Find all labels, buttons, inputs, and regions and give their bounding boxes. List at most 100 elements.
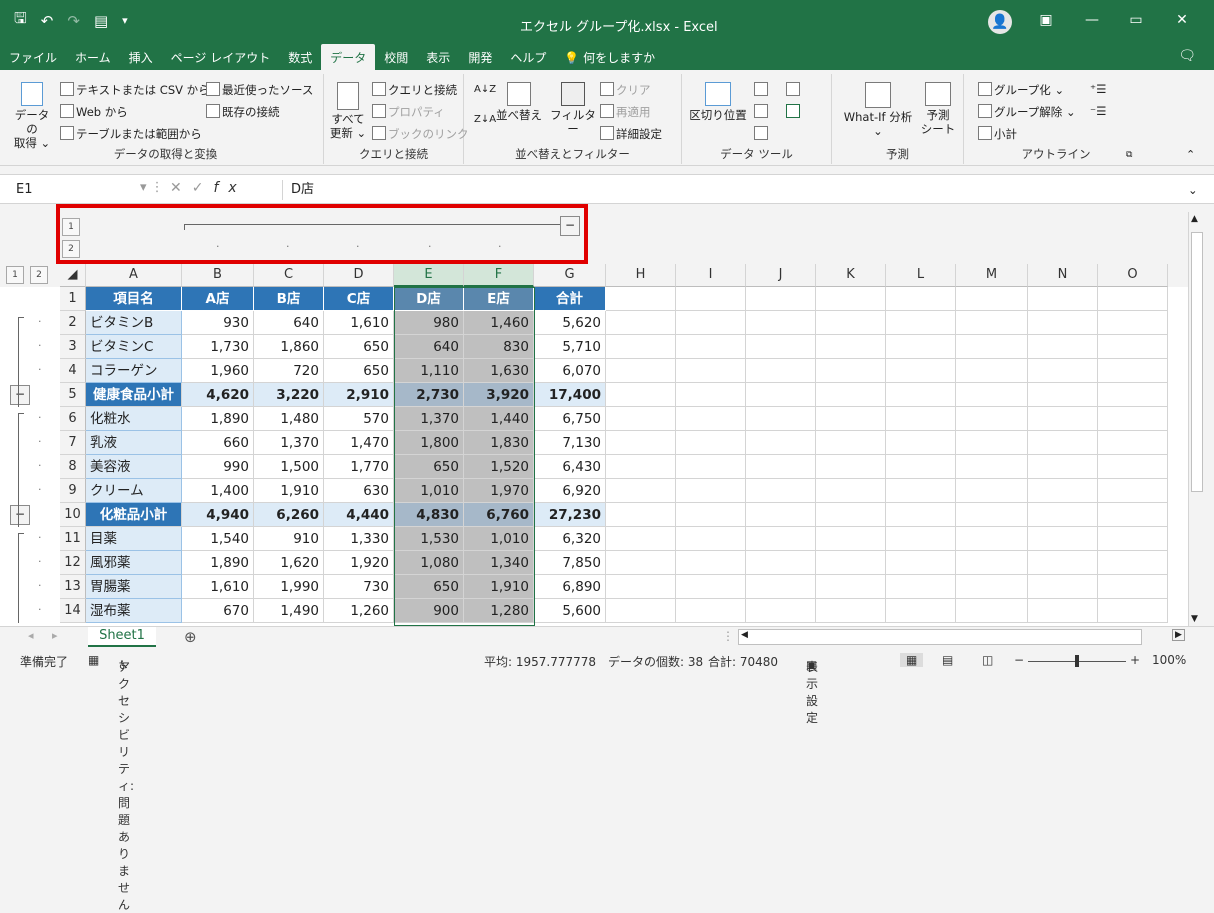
table-cell[interactable]: 1,370 (394, 407, 464, 431)
page-break-view-icon[interactable]: ◫ (982, 653, 993, 667)
table-cell[interactable]: 1,910 (464, 575, 534, 599)
from-web-button[interactable]: Web から (60, 104, 128, 120)
table-cell[interactable]: 1,990 (254, 575, 324, 599)
table-cell[interactable]: 1,830 (464, 431, 534, 455)
select-all-corner[interactable]: ◢ (60, 264, 86, 287)
filter-button[interactable]: フィルター (548, 82, 598, 136)
empty-cell[interactable] (746, 455, 816, 479)
zoom-out-icon[interactable]: − (1014, 653, 1024, 667)
show-detail-icon[interactable]: ⁺☰ (1090, 82, 1106, 96)
empty-cell[interactable] (886, 407, 956, 431)
row-header[interactable]: 7 (60, 431, 86, 455)
table-cell[interactable]: 1,620 (254, 551, 324, 575)
table-cell[interactable]: 730 (324, 575, 394, 599)
refresh-all-button[interactable]: すべて 更新 ⌄ (328, 82, 368, 140)
group-button[interactable]: グループ化 ⌄ (978, 82, 1064, 98)
empty-cell[interactable] (816, 455, 886, 479)
empty-cell[interactable] (606, 551, 676, 575)
table-cell[interactable]: 1,960 (182, 359, 254, 383)
text-to-columns-button[interactable]: 区切り位置 (688, 82, 748, 122)
tab-data[interactable]: データ (321, 44, 376, 70)
ungroup-button[interactable]: グループ解除 ⌄ (978, 104, 1076, 120)
row-outline-level-1[interactable]: 1 (6, 266, 24, 284)
table-cell[interactable]: 乳液 (86, 431, 182, 455)
table-cell[interactable]: 1,890 (182, 407, 254, 431)
table-cell[interactable]: 6,760 (464, 503, 534, 527)
table-header-cell[interactable]: A店 (182, 287, 254, 311)
empty-cell[interactable] (816, 335, 886, 359)
table-header-cell[interactable]: 合計 (534, 287, 606, 311)
empty-cell[interactable] (746, 599, 816, 623)
table-cell[interactable]: 640 (394, 335, 464, 359)
existing-connections-button[interactable]: 既存の接続 (206, 104, 280, 120)
empty-cell[interactable] (676, 551, 746, 575)
tab-help[interactable]: ヘルプ (501, 44, 555, 70)
table-cell[interactable]: 6,070 (534, 359, 606, 383)
empty-cell[interactable] (956, 431, 1028, 455)
restore-button[interactable]: ▭ (1116, 12, 1156, 28)
empty-cell[interactable] (886, 551, 956, 575)
row-header[interactable]: 9 (60, 479, 86, 503)
name-box-dropdown-icon[interactable]: ▾ ⋮ (140, 180, 164, 195)
empty-cell[interactable] (1098, 575, 1168, 599)
empty-cell[interactable] (956, 527, 1028, 551)
table-header-cell[interactable]: C店 (324, 287, 394, 311)
minimize-button[interactable]: — (1072, 12, 1112, 28)
table-cell[interactable]: 目薬 (86, 527, 182, 551)
hide-detail-icon[interactable]: ⁻☰ (1090, 104, 1106, 118)
reapply-button[interactable]: 再適用 (600, 104, 651, 120)
tab-home[interactable]: ホーム (66, 44, 120, 70)
table-cell[interactable]: 1,770 (324, 455, 394, 479)
table-cell[interactable]: 570 (324, 407, 394, 431)
table-cell[interactable]: 1,890 (182, 551, 254, 575)
sort-button[interactable]: 並べ替え (496, 82, 542, 122)
empty-cell[interactable] (746, 503, 816, 527)
empty-cell[interactable] (1028, 527, 1098, 551)
scroll-down-icon[interactable]: ▼ (1191, 614, 1198, 624)
empty-cell[interactable] (1098, 431, 1168, 455)
table-cell[interactable]: 6,260 (254, 503, 324, 527)
empty-cell[interactable] (746, 575, 816, 599)
row-header[interactable]: 3 (60, 335, 86, 359)
table-header-cell[interactable]: D店 (394, 287, 464, 311)
empty-cell[interactable] (1028, 575, 1098, 599)
name-box[interactable]: E1 (10, 180, 130, 200)
empty-cell[interactable] (956, 335, 1028, 359)
empty-cell[interactable] (1098, 551, 1168, 575)
subtotal-button[interactable]: 小計 (978, 126, 1017, 142)
table-cell[interactable]: 1,500 (254, 455, 324, 479)
empty-cell[interactable] (816, 359, 886, 383)
empty-cell[interactable] (606, 575, 676, 599)
empty-cell[interactable] (606, 599, 676, 623)
column-header-n[interactable]: N (1028, 264, 1098, 287)
properties-button[interactable]: プロパティ (372, 104, 445, 120)
empty-cell[interactable] (1098, 335, 1168, 359)
scroll-left-icon[interactable]: ◀ (741, 630, 748, 640)
table-cell[interactable]: 1,370 (254, 431, 324, 455)
table-cell[interactable]: 990 (182, 455, 254, 479)
table-cell[interactable]: 1,440 (464, 407, 534, 431)
empty-cell[interactable] (1028, 407, 1098, 431)
table-cell[interactable]: 4,620 (182, 383, 254, 407)
table-cell[interactable]: 化粧品小計 (86, 503, 182, 527)
scroll-right-icon[interactable]: ▶ (1172, 629, 1185, 641)
table-cell[interactable]: 1,520 (464, 455, 534, 479)
empty-cell[interactable] (676, 431, 746, 455)
redo-icon[interactable]: ↷ (67, 12, 80, 30)
empty-cell[interactable] (1028, 311, 1098, 335)
table-cell[interactable]: コラーゲン (86, 359, 182, 383)
table-cell[interactable]: 27,230 (534, 503, 606, 527)
column-header-l[interactable]: L (886, 264, 956, 287)
page-layout-view-icon[interactable]: ▤ (942, 653, 953, 667)
empty-cell[interactable] (886, 383, 956, 407)
empty-cell[interactable] (606, 479, 676, 503)
row-header[interactable]: 13 (60, 575, 86, 599)
empty-cell[interactable] (606, 311, 676, 335)
empty-cell[interactable] (1098, 455, 1168, 479)
formula-buttons[interactable]: ✕✓fx (170, 180, 247, 196)
table-cell[interactable]: 650 (324, 335, 394, 359)
empty-cell[interactable] (886, 431, 956, 455)
empty-cell[interactable] (956, 311, 1028, 335)
empty-cell[interactable] (606, 527, 676, 551)
zoom-in-icon[interactable]: + (1130, 653, 1140, 667)
